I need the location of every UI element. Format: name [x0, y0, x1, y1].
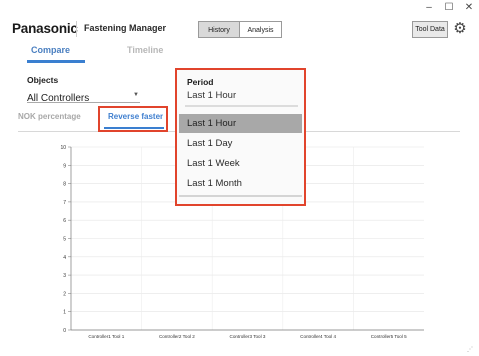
x-tick-label: Controller5 Tool 5 [371, 334, 407, 339]
y-tick-label: 5 [63, 237, 66, 243]
x-tick-label: Controller3 Tool 3 [230, 334, 266, 339]
x-tick-label: Controller2 Tool 2 [159, 334, 195, 339]
x-tick-label: Controller1 Tool 1 [88, 334, 124, 339]
period-field-underline [185, 105, 298, 107]
period-option-last-1-hour[interactable]: Last 1 Hour [179, 114, 302, 133]
y-tick-label: 4 [63, 255, 66, 261]
y-tick-label: 0 [63, 328, 66, 334]
period-label: Period [187, 77, 214, 87]
period-option-last-1-month[interactable]: Last 1 Month [179, 174, 302, 193]
y-tick-label: 8 [63, 182, 66, 188]
period-current-value: Last 1 Hour [187, 90, 237, 101]
period-dropdown[interactable]: Period Last 1 Hour Last 1 Hour Last 1 Da… [175, 68, 306, 206]
y-tick-label: 6 [63, 218, 66, 224]
x-tick-label: Controller4 Tool 4 [300, 334, 336, 339]
y-tick-label: 9 [63, 163, 66, 169]
period-option-last-1-week[interactable]: Last 1 Week [179, 154, 302, 173]
y-tick-label: 10 [60, 145, 66, 151]
resize-grip-icon[interactable]: ⋰ [467, 346, 473, 353]
y-tick-label: 2 [63, 291, 66, 297]
y-tick-label: 7 [63, 200, 66, 206]
y-tick-label: 3 [63, 273, 66, 279]
period-list-bottom-border [179, 195, 302, 197]
y-tick-label: 1 [63, 310, 66, 316]
period-option-last-1-day[interactable]: Last 1 Day [179, 134, 302, 153]
